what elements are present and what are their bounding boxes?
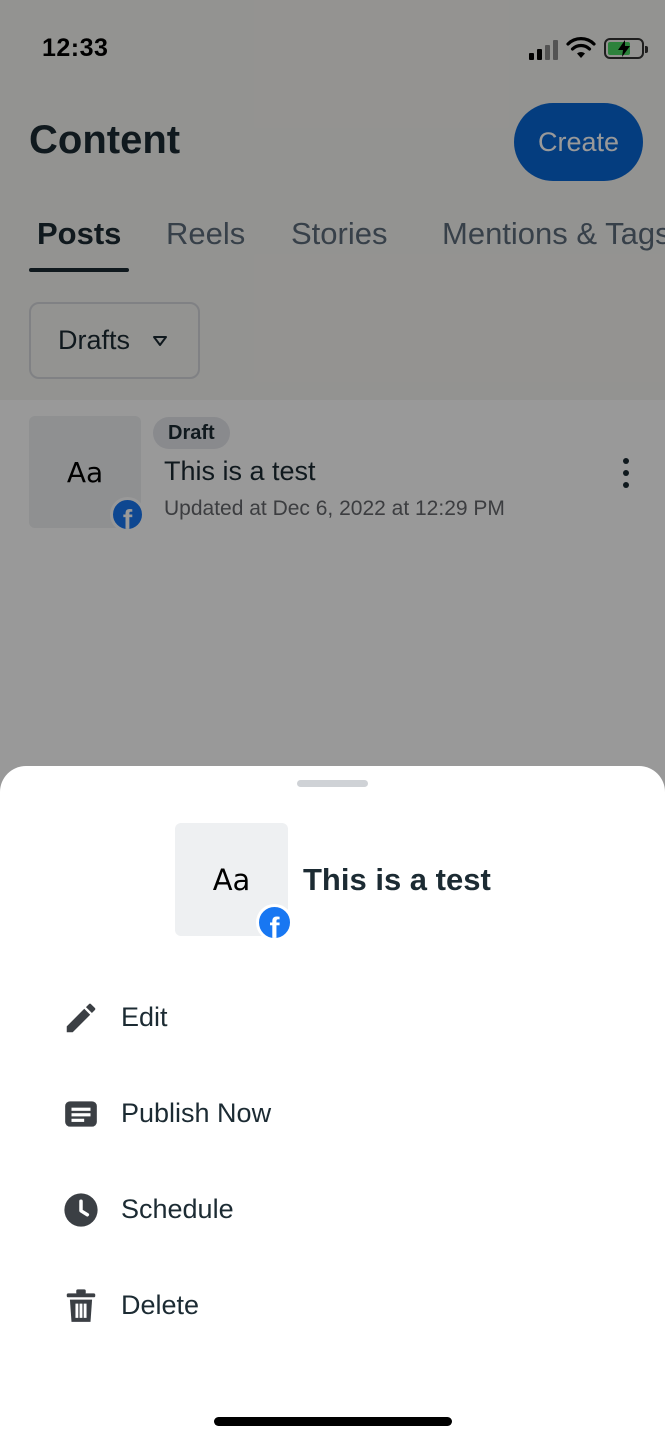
delete-menu-item[interactable]: Delete (0, 1260, 665, 1350)
clock-icon (64, 1193, 98, 1227)
edit-menu-item[interactable]: Edit (0, 972, 665, 1062)
delete-label: Delete (121, 1290, 200, 1320)
schedule-label: Schedule (121, 1194, 234, 1224)
sheet-title: This is a test (303, 862, 491, 897)
home-indicator[interactable] (214, 1417, 452, 1426)
post-actions-sheet: Aa f This is a test Edit Publish Now Sch… (0, 766, 665, 1440)
trash-icon (66, 1289, 96, 1322)
sheet-grabber[interactable] (297, 780, 368, 787)
publish-icon (65, 1101, 97, 1127)
facebook-icon: f (256, 904, 293, 941)
publish-now-label: Publish Now (121, 1098, 272, 1128)
pencil-icon (66, 1003, 96, 1033)
schedule-menu-item[interactable]: Schedule (0, 1164, 665, 1254)
publish-now-menu-item[interactable]: Publish Now (0, 1068, 665, 1158)
sheet-thumbnail-text: Aa (212, 862, 251, 897)
edit-label: Edit (121, 1002, 168, 1032)
